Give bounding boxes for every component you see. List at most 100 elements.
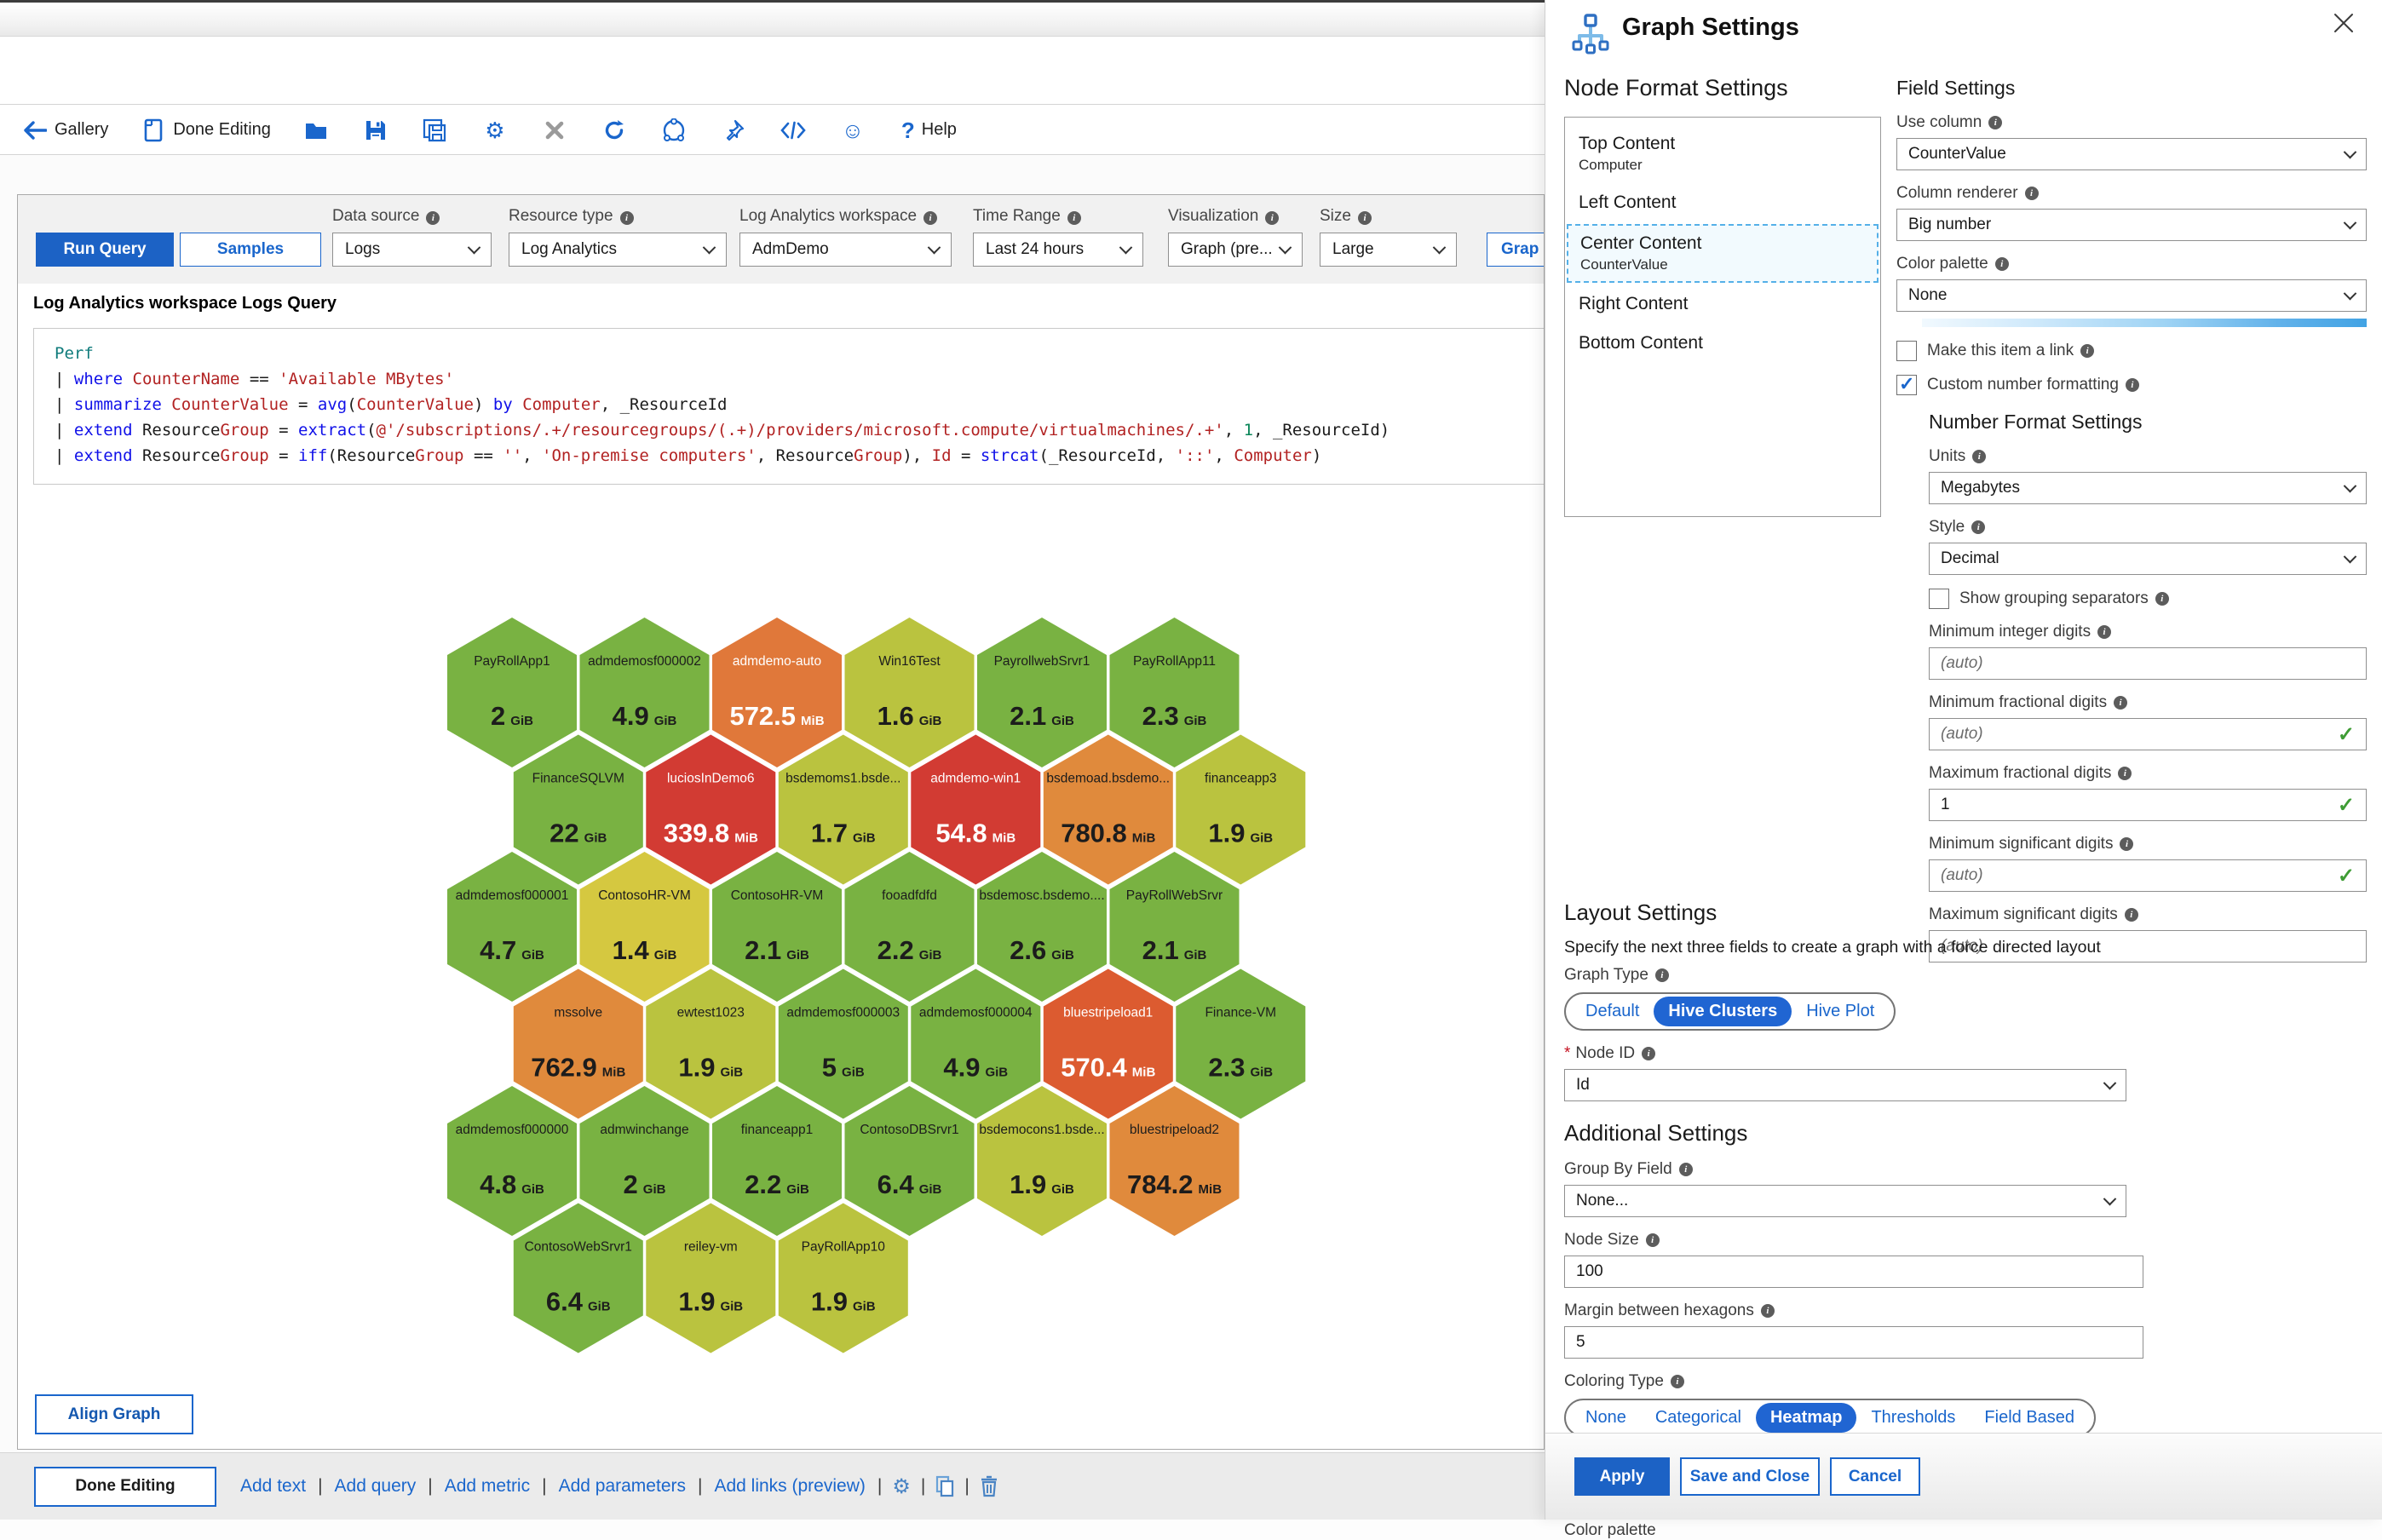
hex-node-admdemo-win1[interactable]: admdemo-win154.8MiB [911, 735, 1040, 885]
hex-node-admdemosf000001[interactable]: admdemosf0000014.7GiB [447, 852, 577, 1002]
feedback-smiley-icon[interactable]: ☺ [840, 118, 866, 143]
panel-close-icon[interactable] [2333, 12, 2358, 37]
node-format-item-top[interactable]: Top Content Computer [1565, 124, 1880, 183]
hex-node-admdemosf000002[interactable]: admdemosf0000024.9GiB [580, 618, 710, 767]
margin-between-hexagons-input[interactable]: 5 [1564, 1326, 2143, 1359]
node-id-dropdown[interactable]: Id [1564, 1069, 2126, 1101]
hex-node-fooadfdfd[interactable]: fooadfdfd2.2GiB [845, 852, 975, 1002]
hex-node-admdemosf000003[interactable]: admdemosf0000035GiB [779, 969, 908, 1119]
custom-number-checkbox[interactable]: ✓ [1896, 375, 1917, 395]
add-parameters-link[interactable]: Add parameters [559, 1476, 686, 1497]
done-editing-bottom-button[interactable]: Done Editing [34, 1467, 216, 1507]
node-format-item-bottom[interactable]: Bottom Content [1565, 324, 1880, 363]
node-format-item-right[interactable]: Right Content [1565, 284, 1880, 324]
settings-gear-icon[interactable]: ⚙ [482, 118, 508, 143]
save-and-close-button[interactable]: Save and Close [1680, 1457, 1820, 1496]
delete-step-trash-icon[interactable] [980, 1475, 998, 1497]
add-query-link[interactable]: Add query [335, 1476, 417, 1497]
min-fractional-digits-input[interactable]: (auto)✓ [1929, 718, 2367, 750]
hex-node-admdemosf000004[interactable]: admdemosf0000044.9GiB [911, 969, 1040, 1119]
coloring-type-option-field-based[interactable]: Field Based [1970, 1403, 2089, 1433]
graph-type-option-hive-clusters[interactable]: Hive Clusters [1654, 997, 1792, 1026]
hex-node-mssolve[interactable]: mssolve762.9MiB [514, 969, 643, 1119]
node-size-input[interactable]: 100 [1564, 1256, 2143, 1288]
hexagon-shape [514, 969, 643, 1119]
hex-node-ContosoHR-VM[interactable]: ContosoHR-VM1.4GiB [580, 852, 710, 1002]
make-link-row[interactable]: ✓ Make this item a linki [1896, 341, 2367, 361]
hex-node-financeapp3[interactable]: financeapp31.9GiB [1176, 735, 1305, 885]
align-graph-button[interactable]: Align Graph [35, 1394, 193, 1434]
hex-node-name: ContosoDBSrvr1 [860, 1123, 958, 1137]
hex-node-PayrollwebSrvr1[interactable]: PayrollwebSrvr12.1GiB [977, 618, 1107, 767]
info-icon: i [1642, 1047, 1655, 1060]
code-view-icon[interactable] [780, 118, 806, 143]
pin-icon[interactable] [721, 118, 746, 143]
hex-node-PayRollWebSrvr[interactable]: PayRollWebSrvr2.1GiB [1110, 852, 1240, 1002]
advanced-settings-gear-icon[interactable]: ⚙ [892, 1474, 911, 1499]
hex-node-ContosoHR-VM[interactable]: ContosoHR-VM2.1GiB [712, 852, 842, 1002]
hex-node-bsdemoad.bsdemo...[interactable]: bsdemoad.bsdemo...780.8MiB [1044, 735, 1173, 885]
grouping-separators-row[interactable]: ✓ Show grouping separatorsi [1929, 589, 2367, 609]
make-link-checkbox[interactable]: ✓ [1896, 341, 1917, 361]
hex-node-PayRollApp11[interactable]: PayRollApp112.3GiB [1110, 618, 1240, 767]
hex-node-bluestripeload1[interactable]: bluestripeload1570.4MiB [1044, 969, 1173, 1119]
hex-node-reiley-vm[interactable]: reiley-vm1.9GiB [646, 1204, 775, 1353]
max-fractional-digits-input[interactable]: 1✓ [1929, 789, 2367, 821]
save-icon[interactable] [363, 118, 388, 143]
color-palette-dropdown[interactable]: None [1896, 279, 2367, 312]
coloring-type-option-heatmap[interactable]: Heatmap [1756, 1403, 1856, 1433]
grouping-separators-checkbox[interactable]: ✓ [1929, 589, 1949, 609]
group-by-field-dropdown[interactable]: None... [1564, 1185, 2126, 1217]
units-dropdown[interactable]: Megabytes [1929, 472, 2367, 504]
node-id-label: *Node IDi [1564, 1044, 2143, 1063]
close-x-icon[interactable] [542, 118, 567, 143]
coloring-type-option-thresholds[interactable]: Thresholds [1856, 1403, 1970, 1433]
hex-node-financeapp1[interactable]: financeapp12.2GiB [712, 1086, 842, 1236]
column-renderer-dropdown[interactable]: Big number [1896, 209, 2367, 241]
hex-node-PayRollApp10[interactable]: PayRollApp101.9GiB [779, 1204, 908, 1353]
hex-node-PayRollApp1[interactable]: PayRollApp12GiB [447, 618, 577, 767]
valid-check-icon: ✓ [2338, 722, 2355, 747]
cancel-button[interactable]: Cancel [1830, 1457, 1920, 1496]
hex-node-admdemo-auto[interactable]: admdemo-auto572.5MiB [712, 618, 842, 767]
hex-node-bsdemoms1.bsde...[interactable]: bsdemoms1.bsde...1.7GiB [779, 735, 908, 885]
hex-node-ewtest1023[interactable]: ewtest10231.9GiB [646, 969, 775, 1119]
help-button[interactable]: ? Help [901, 118, 957, 143]
add-text-link[interactable]: Add text [240, 1476, 306, 1497]
hex-node-Win16Test[interactable]: Win16Test1.6GiB [845, 618, 975, 767]
hex-node-admdemosf000000[interactable]: admdemosf0000004.8GiB [447, 1086, 577, 1236]
hex-node-luciosInDemo6[interactable]: luciosInDemo6339.8MiB [646, 735, 775, 885]
hex-node-ContosoWebSrvr1[interactable]: ContosoWebSrvr16.4GiB [514, 1204, 643, 1353]
use-column-dropdown[interactable]: CounterValue [1896, 138, 2367, 170]
hex-node-bsdemocons1.bsde...[interactable]: bsdemocons1.bsde...1.9GiB [977, 1086, 1107, 1236]
new-folder-icon[interactable] [303, 118, 329, 143]
share-group-icon[interactable] [661, 118, 687, 143]
hex-node-ContosoDBSrvr1[interactable]: ContosoDBSrvr16.4GiB [845, 1086, 975, 1236]
coloring-type-option-categorical[interactable]: Categorical [1641, 1403, 1756, 1433]
done-editing-button[interactable]: Done Editing [141, 118, 271, 143]
gallery-button[interactable]: Gallery [22, 118, 108, 143]
workbook-header-band [0, 37, 1545, 105]
node-format-item-left[interactable]: Left Content [1565, 183, 1880, 222]
save-copy-icon[interactable] [423, 118, 448, 143]
custom-number-row[interactable]: ✓ Custom number formattingi [1896, 375, 2367, 395]
hex-node-admwinchange[interactable]: admwinchange2GiB [580, 1086, 710, 1236]
hex-node-Finance-VM[interactable]: Finance-VM2.3GiB [1176, 969, 1305, 1119]
style-dropdown[interactable]: Decimal [1929, 543, 2367, 575]
hexagon-shape [845, 852, 975, 1002]
clone-step-icon[interactable] [935, 1475, 954, 1497]
apply-button[interactable]: Apply [1574, 1457, 1670, 1496]
add-links-preview-link[interactable]: Add links (preview) [714, 1476, 865, 1497]
hex-node-FinanceSQLVM[interactable]: FinanceSQLVM22GiB [514, 735, 643, 885]
hex-node-bsdemosc.bsdemo....[interactable]: bsdemosc.bsdemo....2.6GiB [977, 852, 1107, 1002]
min-significant-digits-input[interactable]: (auto)✓ [1929, 859, 2367, 892]
add-metric-link[interactable]: Add metric [445, 1476, 530, 1497]
min-integer-digits-input[interactable]: (auto)✓ [1929, 647, 2367, 680]
hex-node-bluestripeload2[interactable]: bluestripeload2784.2MiB [1110, 1086, 1240, 1236]
graph-type-option-default[interactable]: Default [1571, 997, 1654, 1026]
coloring-type-option-none[interactable]: None [1571, 1403, 1641, 1433]
hexagon-shape [1110, 852, 1240, 1002]
graph-type-option-hive-plot[interactable]: Hive Plot [1792, 997, 1889, 1026]
node-format-item-center[interactable]: Center Content CounterValue [1567, 224, 1879, 283]
refresh-icon[interactable] [601, 118, 627, 143]
